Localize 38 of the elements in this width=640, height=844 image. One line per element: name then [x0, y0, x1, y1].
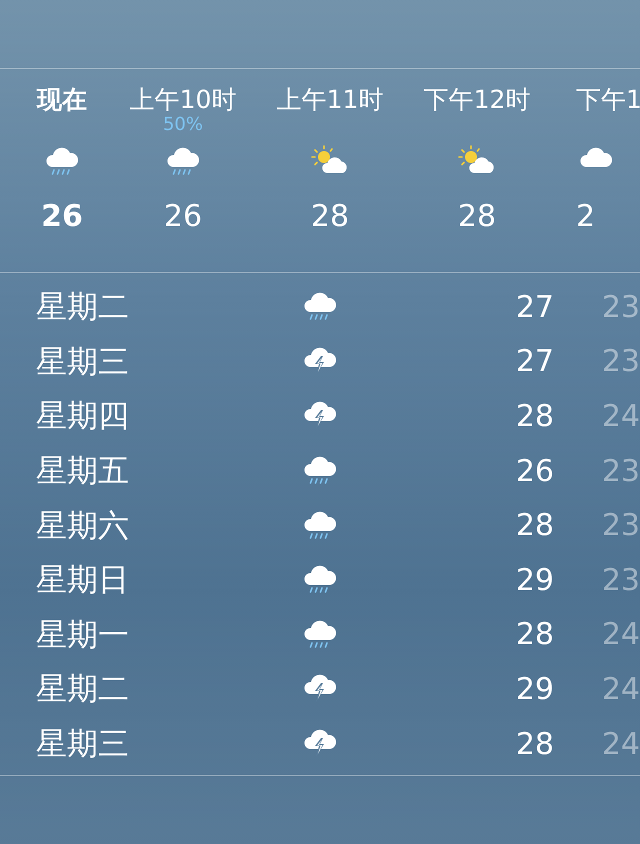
hour-label: 上午11时 [276, 85, 384, 115]
low-temperature: 23 [600, 290, 640, 325]
high-temperature: 29 [514, 672, 554, 707]
precipitation-chance: 50% [162, 115, 203, 135]
hour-label: 下午1 [576, 85, 640, 115]
high-temperature: 28 [514, 508, 554, 544]
day-label: 星期一 [35, 616, 130, 655]
hour-temperature: 2 [576, 199, 596, 235]
hour-label: 现在 [37, 85, 87, 115]
high-temperature: 27 [514, 344, 554, 380]
low-temperature: 24 [600, 672, 640, 707]
day-label: 星期三 [35, 342, 130, 382]
high-temperature: 28 [514, 617, 554, 652]
day-label: 星期三 [35, 725, 130, 764]
hour-temperature: 26 [164, 199, 202, 235]
hour-label: 下午12时 [424, 85, 530, 115]
low-temperature: 23 [600, 508, 640, 544]
high-temperature: 28 [514, 726, 554, 762]
low-temperature: 23 [600, 562, 640, 598]
day-label: 星期二 [35, 670, 130, 710]
low-temperature: 23 [600, 344, 640, 380]
day-label: 星期五 [35, 452, 130, 492]
day-label: 星期日 [35, 561, 130, 600]
hour-temperature: 28 [458, 199, 496, 235]
hour-temperature: 28 [310, 199, 350, 235]
high-temperature: 27 [514, 290, 554, 325]
low-temperature: 24 [600, 726, 640, 762]
day-label: 星期四 [35, 397, 130, 436]
low-temperature: 24 [600, 617, 640, 652]
hour-label: 上午10时 [130, 85, 236, 115]
hour-temperature: 26 [41, 199, 83, 235]
high-temperature: 28 [514, 398, 554, 434]
low-temperature: 23 [600, 454, 640, 489]
day-label: 星期六 [35, 506, 130, 546]
low-temperature: 24 [600, 398, 640, 434]
high-temperature: 29 [514, 562, 554, 598]
day-label: 星期二 [35, 288, 130, 328]
high-temperature: 26 [514, 454, 554, 489]
